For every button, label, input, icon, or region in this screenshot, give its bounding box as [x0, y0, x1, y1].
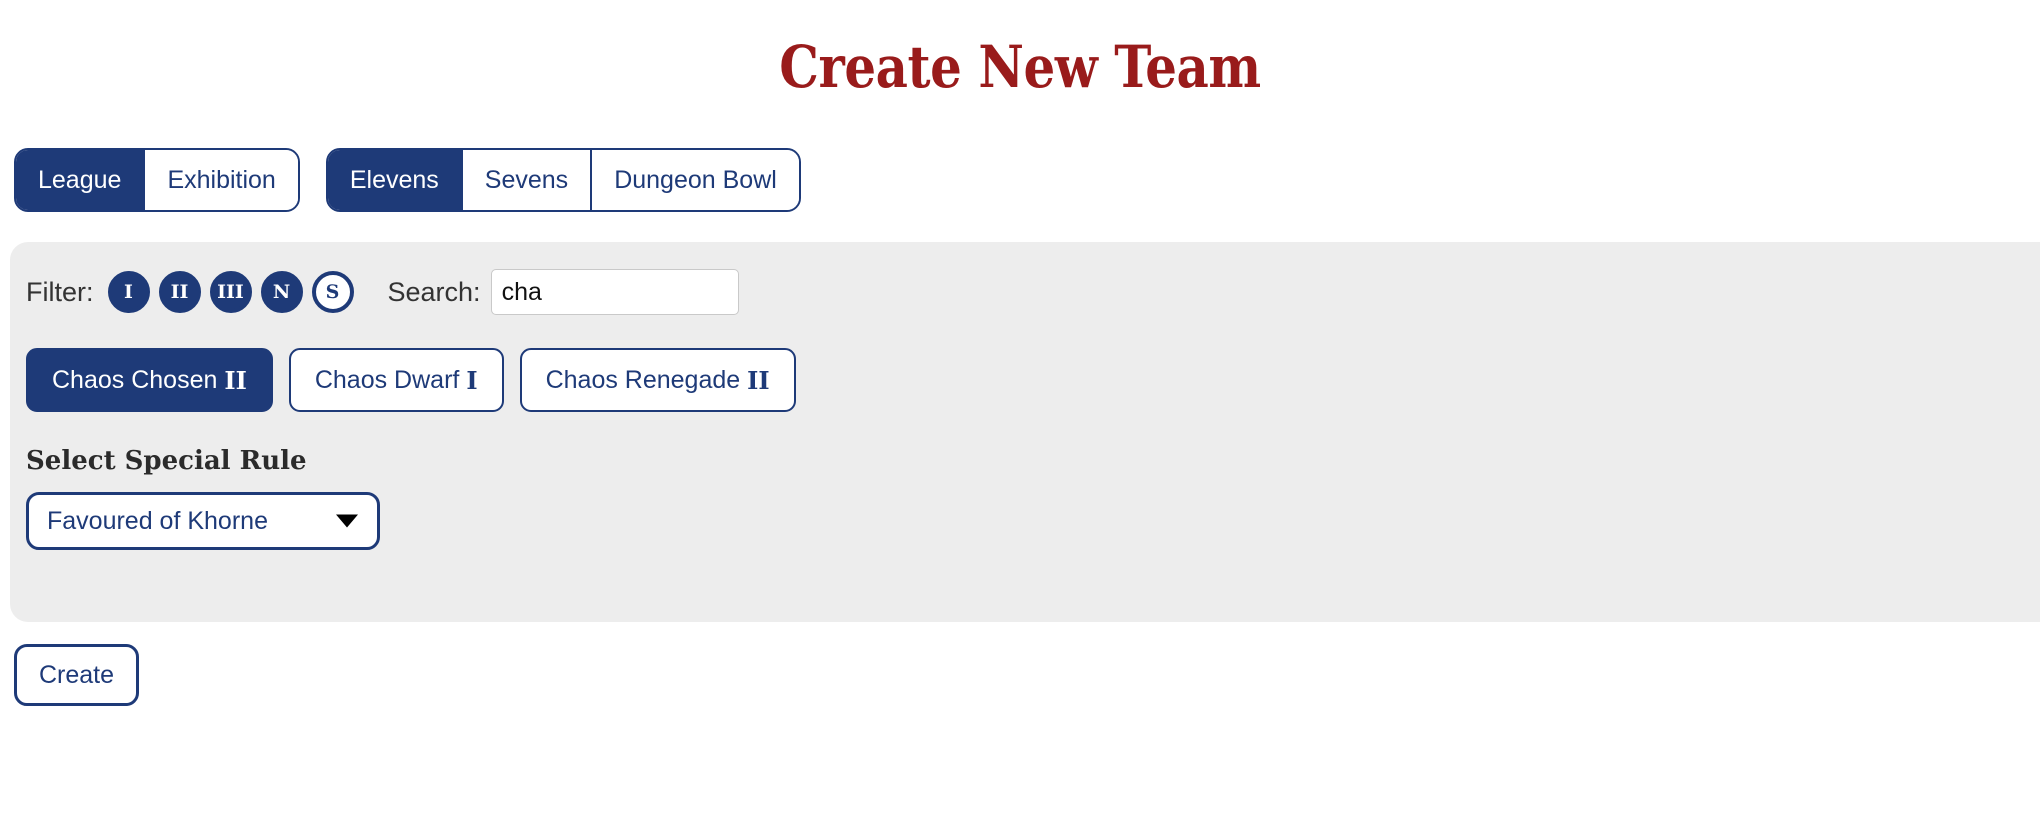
match-type-toggle-group: League Exhibition [14, 148, 300, 212]
filter-badge-new[interactable]: N [260, 271, 303, 313]
special-rule-select-wrapper: Favoured of Khorne [26, 492, 380, 550]
filter-badge-tier-3[interactable]: III [209, 271, 252, 313]
team-selection-panel: Filter: I II III N S Search: Chaos Chose… [10, 242, 2040, 622]
team-option-tier: II [224, 365, 247, 395]
search-input[interactable] [490, 269, 739, 315]
team-format-option-sevens[interactable]: Sevens [460, 150, 591, 210]
team-option-tier: I [466, 365, 478, 395]
filter-badge-tier-1[interactable]: I [107, 271, 150, 313]
page-title: Create New Team [779, 33, 1261, 101]
team-option-name: Chaos Renegade [545, 365, 741, 394]
team-options-row: Chaos Chosen II Chaos Dwarf I Chaos Renega… [26, 348, 2040, 412]
filter-badge-special[interactable]: S [311, 271, 354, 313]
create-button[interactable]: Create [14, 644, 140, 706]
search-label: Search: [387, 276, 481, 307]
match-type-option-league[interactable]: League [16, 150, 144, 210]
team-format-option-dungeon-bowl[interactable]: Dungeon Bowl [590, 150, 799, 210]
filter-row: Filter: I II III N S Search: [26, 268, 2040, 316]
team-format-toggle-group: Elevens Sevens Dungeon Bowl [325, 148, 801, 212]
team-option-chaos-renegade[interactable]: Chaos Renegade II [519, 348, 796, 412]
team-option-name: Chaos Dwarf [314, 365, 460, 394]
match-type-option-exhibition[interactable]: Exhibition [143, 150, 298, 210]
filter-badge-group: I II III N S [107, 271, 354, 313]
create-row: Create [0, 644, 2040, 706]
filter-label: Filter: [26, 276, 94, 307]
team-format-option-elevens[interactable]: Elevens [327, 150, 461, 210]
special-rule-heading: Select Special Rule [26, 446, 307, 476]
search-area: Search: [388, 269, 739, 315]
toggle-groups-row: League Exhibition Elevens Sevens Dungeon… [0, 148, 2040, 212]
team-option-name: Chaos Chosen [52, 365, 218, 394]
special-rule-select[interactable]: Favoured of Khorne [26, 492, 380, 550]
team-option-chaos-dwarf[interactable]: Chaos Dwarf I [288, 348, 504, 412]
team-option-tier: II [747, 365, 770, 395]
team-option-chaos-chosen[interactable]: Chaos Chosen II [26, 348, 273, 412]
filter-badge-tier-2[interactable]: II [158, 271, 201, 313]
